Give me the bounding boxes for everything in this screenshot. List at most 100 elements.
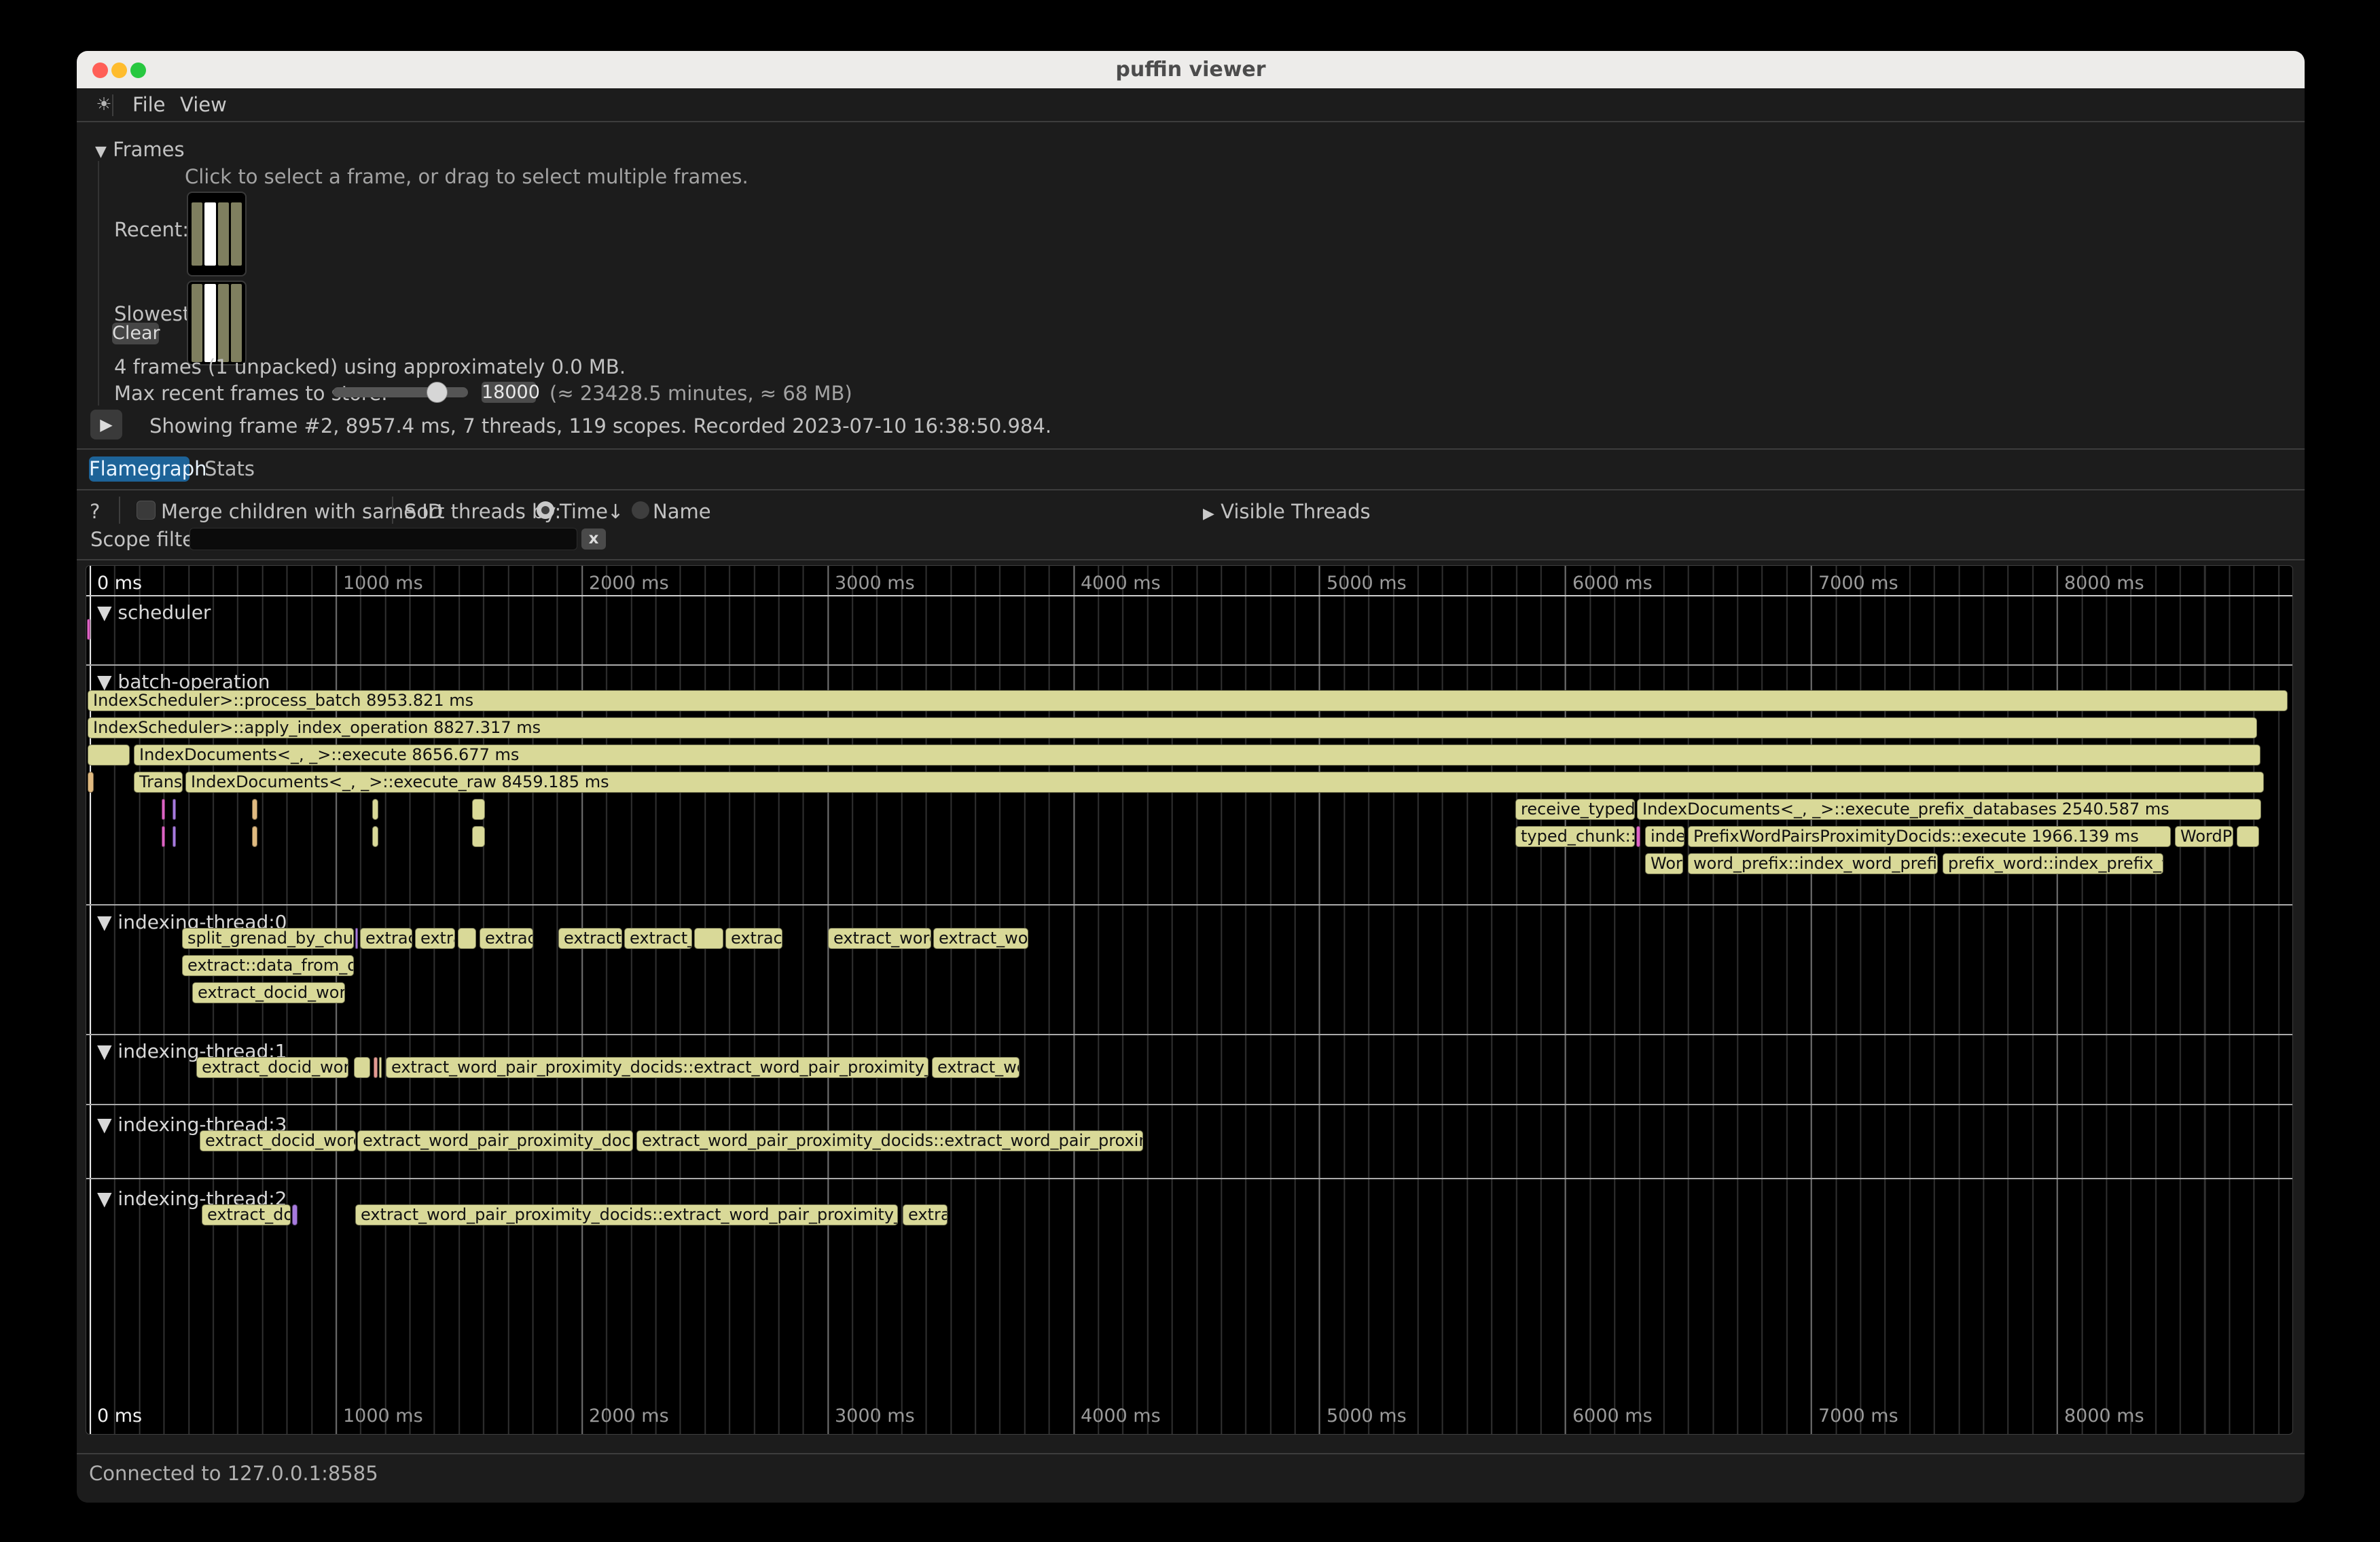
frame-preview-bar[interactable] xyxy=(218,202,229,266)
flame-bar[interactable] xyxy=(458,928,476,949)
flame-bar[interactable] xyxy=(1636,826,1640,847)
flame-bar[interactable]: extract::data_from_ob xyxy=(182,955,354,976)
flame-bar[interactable]: extract_docid_word xyxy=(192,982,345,1003)
max-frames-slider[interactable] xyxy=(333,387,468,397)
connection-status: Connected to 127.0.0.1:8585 xyxy=(89,1462,378,1485)
flame-bar[interactable]: PrefixWordPairsProximityDocids::execute … xyxy=(1688,826,2171,847)
flame-bar[interactable] xyxy=(2237,826,2259,847)
flame-bar[interactable] xyxy=(173,826,176,847)
slider-knob[interactable] xyxy=(427,382,448,403)
flame-bar[interactable]: extract_word xyxy=(828,928,931,949)
flame-bar[interactable] xyxy=(355,928,358,949)
clear-filter-button[interactable]: x xyxy=(581,528,606,550)
slowest-frames-thumbnail[interactable] xyxy=(187,281,247,365)
flame-bar[interactable]: IndexDocuments<_, _>::execute_prefix_dat… xyxy=(1637,799,2261,820)
clear-button[interactable]: Clear xyxy=(112,323,159,344)
flame-bar[interactable]: extract_word_pair_proximity_docids::extr… xyxy=(386,1057,928,1078)
sort-direction-arrow-icon[interactable]: ↓ xyxy=(607,500,624,523)
minimize-window-icon[interactable] xyxy=(111,62,127,78)
flame-bar[interactable] xyxy=(374,1057,378,1078)
flame-bar[interactable] xyxy=(162,826,165,847)
flame-bar[interactable]: Trans xyxy=(134,772,183,793)
flame-bar[interactable]: extract_docid_word xyxy=(196,1057,348,1078)
frame-preview-bar[interactable] xyxy=(218,284,229,362)
tab-flamegraph[interactable]: Flamegraph xyxy=(89,456,190,482)
frame-preview-bar[interactable] xyxy=(231,284,242,362)
sort-time-label[interactable]: Time xyxy=(560,500,608,523)
frame-preview-bar[interactable] xyxy=(204,202,215,266)
close-window-icon[interactable] xyxy=(92,62,108,78)
flame-bar[interactable]: extract_word_pair_proximity_docids xyxy=(357,1130,633,1151)
divider xyxy=(77,1453,2305,1454)
menu-view[interactable]: View xyxy=(180,88,227,121)
flame-bar[interactable]: extract_doc xyxy=(202,1204,291,1225)
flame-bar[interactable]: receive_typed_ xyxy=(1515,799,1635,820)
axis-separator-line xyxy=(86,595,2292,596)
flame-bar[interactable]: index xyxy=(1645,826,1684,847)
flame-bar[interactable]: extrac xyxy=(903,1204,948,1225)
frame-preview-bar[interactable] xyxy=(231,202,242,266)
flame-bar[interactable] xyxy=(354,1057,370,1078)
frame-preview-bar[interactable] xyxy=(192,202,202,266)
flame-bar[interactable] xyxy=(372,826,378,847)
flame-bar[interactable]: word_prefix::index_word_prefix_ xyxy=(1688,853,1938,874)
flame-bar[interactable]: Word xyxy=(1645,853,1683,874)
axis-tick-label: 3000 ms xyxy=(835,1405,915,1427)
flame-bar[interactable]: IndexDocuments<_, _>::execute 8656.677 m… xyxy=(134,745,2260,766)
sort-time-radio[interactable] xyxy=(537,501,554,519)
frame-preview-bar[interactable] xyxy=(204,284,215,362)
flame-bar[interactable]: extract_wo xyxy=(932,1057,1020,1078)
tab-stats[interactable]: Stats xyxy=(199,456,260,482)
menu-file[interactable]: File xyxy=(132,88,166,121)
flame-bar[interactable] xyxy=(87,619,90,640)
sort-name-label[interactable]: Name xyxy=(653,500,711,523)
flame-bar[interactable]: extrac xyxy=(480,928,533,949)
play-button[interactable]: ▶ xyxy=(90,410,122,440)
flame-bar[interactable]: prefix_word::index_prefix_wo xyxy=(1943,853,2163,874)
flame-bar[interactable]: extract_wo xyxy=(933,928,1028,949)
flame-bar[interactable] xyxy=(372,799,378,820)
flame-bar[interactable]: extract_ xyxy=(558,928,622,949)
flamegraph-canvas[interactable]: 0 ms0 ms1000 ms1000 ms2000 ms2000 ms3000… xyxy=(86,565,2293,1435)
flame-bar[interactable] xyxy=(694,928,723,949)
flame-bar[interactable]: extract_ xyxy=(624,928,692,949)
flame-bar[interactable]: extra xyxy=(415,928,455,949)
flame-bar[interactable] xyxy=(292,1204,298,1225)
flame-bar[interactable]: split_grenad_by_chun xyxy=(182,928,354,949)
merge-children-label[interactable]: Merge children with same ID xyxy=(161,500,443,523)
flame-bar[interactable]: extract xyxy=(360,928,412,949)
scope-filter-input[interactable] xyxy=(190,528,577,550)
menu-divider xyxy=(112,94,113,116)
flame-bar[interactable] xyxy=(88,772,94,793)
max-frames-value[interactable]: 18000 xyxy=(482,382,536,403)
frame-preview-bar[interactable] xyxy=(192,284,202,362)
visible-threads-header[interactable]: ▶ Visible Threads xyxy=(1203,500,1371,523)
flame-bar[interactable]: extract xyxy=(725,928,782,949)
frames-collapse-header[interactable]: ▼ Frames xyxy=(95,138,185,161)
flame-bar[interactable]: WordPr xyxy=(2175,826,2233,847)
flame-bar[interactable]: IndexScheduler>::apply_index_operation 8… xyxy=(88,717,2257,738)
flame-bar[interactable]: IndexDocuments<_, _>::execute_raw 8459.1… xyxy=(185,772,2264,793)
sort-name-radio[interactable] xyxy=(632,501,649,519)
flame-bar[interactable] xyxy=(173,799,176,820)
flame-bar[interactable] xyxy=(162,799,165,820)
flame-bar[interactable]: IndexScheduler>::process_batch 8953.821 … xyxy=(88,690,2288,711)
flame-bar[interactable] xyxy=(379,1057,382,1078)
merge-children-checkbox[interactable] xyxy=(137,501,156,520)
thread-header-scheduler[interactable]: ▼ scheduler xyxy=(97,601,211,624)
frames-summary: 4 frames (1 unpacked) using approximatel… xyxy=(114,355,626,378)
flame-bar[interactable] xyxy=(472,826,485,847)
help-button[interactable]: ? xyxy=(90,500,100,523)
flame-bar[interactable]: extract_word_pair_proximity_docids::extr… xyxy=(636,1130,1143,1151)
divider xyxy=(77,489,2305,490)
zoom-window-icon[interactable] xyxy=(130,62,146,78)
flame-bar[interactable] xyxy=(252,799,257,820)
window-title: puffin viewer xyxy=(77,51,2305,88)
flame-bar[interactable] xyxy=(472,799,485,820)
flame-bar[interactable] xyxy=(252,826,257,847)
flame-bar[interactable]: extract_word_pair_proximity_docids::extr… xyxy=(355,1204,898,1225)
flame-bar[interactable]: typed_chunk::w xyxy=(1515,826,1635,847)
flame-bar[interactable]: extract_docid_word xyxy=(200,1130,356,1151)
flame-bar[interactable] xyxy=(88,745,130,766)
recent-frames-thumbnail[interactable] xyxy=(187,192,247,276)
